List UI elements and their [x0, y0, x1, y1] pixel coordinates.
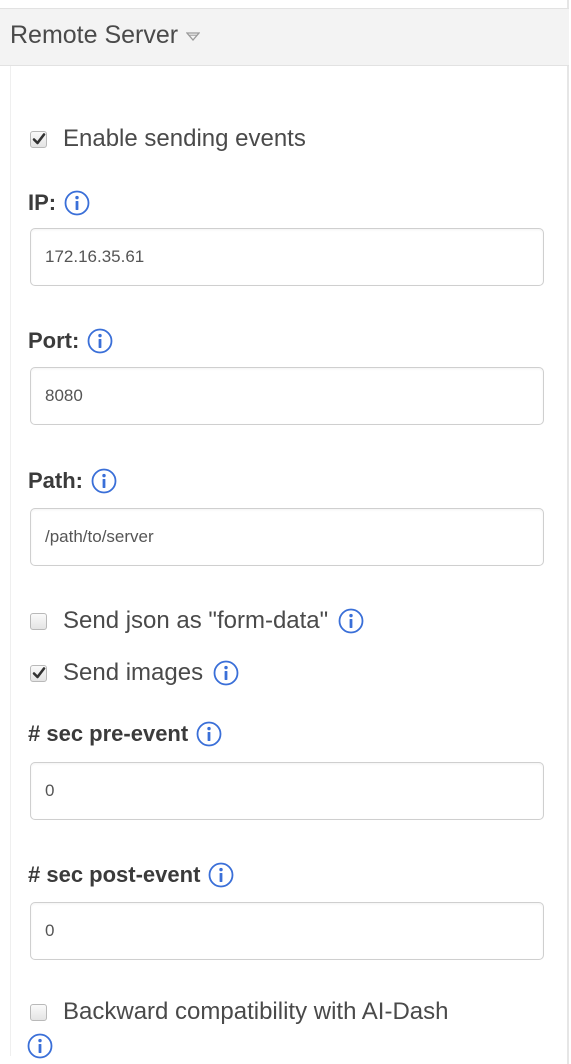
send-images-label: Send images — [63, 659, 204, 686]
info-icon[interactable] — [27, 1033, 53, 1059]
path-input[interactable] — [30, 508, 544, 566]
sec-pre-event-label: # sec pre-event — [28, 721, 222, 747]
sec-pre-event-input[interactable] — [30, 762, 544, 820]
backward-compat-row[interactable]: Backward compatibility with AI-Dash — [30, 998, 448, 1026]
send-json-form-data-checkbox[interactable] — [30, 612, 47, 630]
info-icon[interactable] — [91, 468, 117, 494]
caret-down-icon[interactable] — [185, 20, 201, 49]
info-icon[interactable] — [338, 608, 364, 634]
info-icon[interactable] — [87, 328, 113, 354]
send-json-form-data-label: Send json as "form-data" — [63, 607, 329, 634]
panel-title[interactable]: Remote Server — [10, 20, 201, 51]
enable-sending-events-label: Enable sending events — [63, 125, 306, 152]
ip-input[interactable] — [30, 228, 544, 286]
ip-label: IP: — [28, 190, 90, 216]
panel-header[interactable]: Remote Server — [0, 8, 569, 66]
info-icon[interactable] — [208, 862, 234, 888]
info-icon[interactable] — [196, 721, 222, 747]
port-label: Port: — [28, 328, 113, 354]
panel-title-text: Remote Server — [10, 21, 179, 49]
backward-compat-label: Backward compatibility with AI-Dash — [63, 998, 449, 1025]
sec-post-event-label-text: # sec post-event — [28, 862, 201, 887]
info-icon[interactable] — [213, 660, 239, 686]
send-json-form-data-row[interactable]: Send json as "form-data" — [30, 607, 364, 635]
sec-post-event-label: # sec post-event — [28, 862, 234, 888]
sec-post-event-input[interactable] — [30, 902, 544, 960]
send-images-checkbox[interactable] — [30, 664, 47, 682]
enable-sending-events-row[interactable]: Enable sending events — [30, 125, 306, 153]
sec-pre-event-label-text: # sec pre-event — [28, 721, 189, 746]
ip-label-text: IP: — [28, 190, 57, 215]
info-icon[interactable] — [64, 190, 90, 216]
remote-server-panel: Remote Server Enable sending events IP: … — [0, 0, 569, 1064]
port-input[interactable] — [30, 367, 544, 425]
checkmark-icon — [32, 132, 46, 144]
send-images-row[interactable]: Send images — [30, 659, 239, 687]
port-label-text: Port: — [28, 328, 80, 353]
enable-sending-events-checkbox[interactable] — [30, 130, 47, 148]
backward-compat-checkbox[interactable] — [30, 1003, 47, 1021]
path-label-text: Path: — [28, 468, 83, 493]
path-label: Path: — [28, 468, 117, 494]
checkmark-icon — [32, 666, 46, 678]
